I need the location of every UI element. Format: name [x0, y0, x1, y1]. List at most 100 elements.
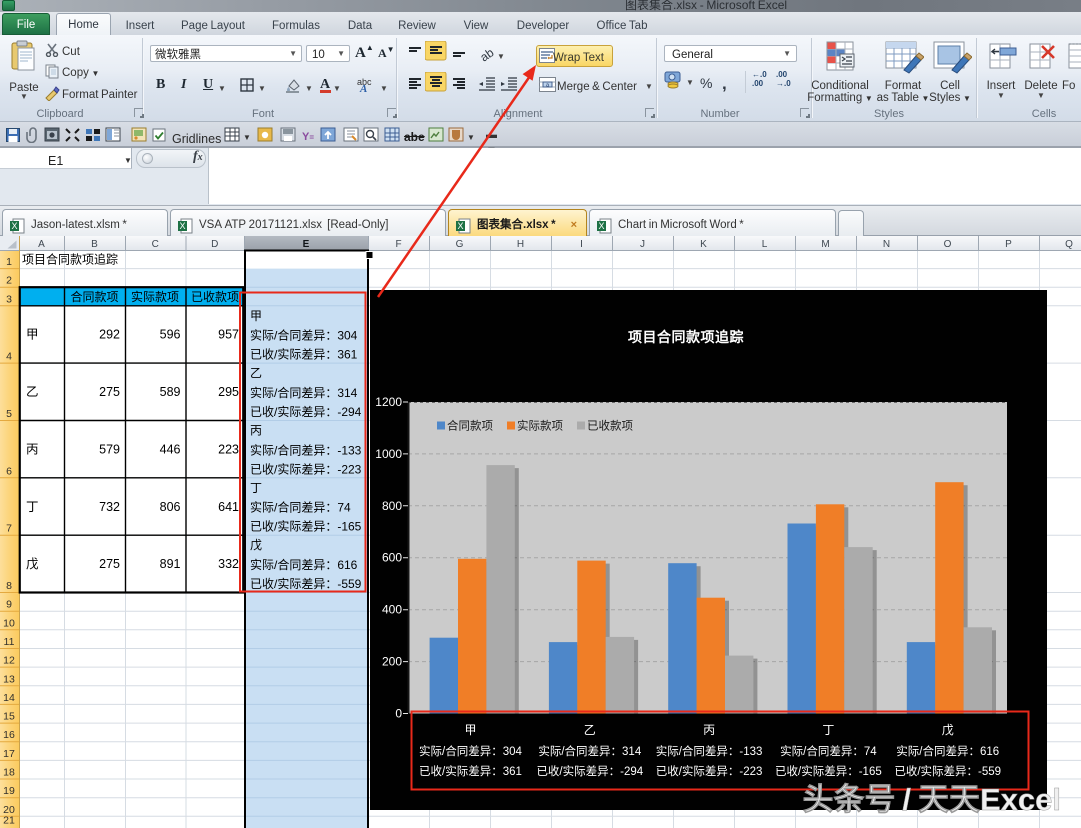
svg-text:H: H — [517, 236, 524, 250]
svg-text:275: 275 — [99, 381, 120, 400]
svg-text:乙: 乙 — [26, 381, 39, 400]
svg-text:乙: 乙 — [584, 721, 596, 738]
svg-text:已收款项: 已收款项 — [191, 288, 239, 305]
svg-text:实际/合同差异：74: 实际/合同差异：74 — [780, 743, 877, 759]
svg-text:223: 223 — [218, 439, 239, 458]
svg-text:丙: 丙 — [250, 422, 262, 439]
svg-text:X: X — [598, 219, 604, 232]
svg-text:O: O — [944, 236, 952, 250]
svg-text:957: 957 — [218, 324, 239, 343]
svg-text:甲: 甲 — [464, 721, 476, 738]
svg-text:X: X — [11, 219, 17, 232]
svg-text:1000: 1000 — [375, 445, 402, 462]
svg-text:10: 10 — [3, 615, 15, 630]
svg-text:实际/合同差异：314: 实际/合同差异：314 — [250, 384, 358, 401]
svg-text:戊: 戊 — [250, 536, 262, 553]
svg-text:17: 17 — [3, 746, 15, 761]
svg-text:已收款项: 已收款项 — [587, 418, 633, 434]
svg-text:19: 19 — [3, 783, 15, 798]
svg-text:332: 332 — [218, 553, 239, 572]
svg-text:N: N — [883, 236, 890, 250]
svg-text:戊: 戊 — [26, 553, 39, 572]
svg-text:806: 806 — [160, 496, 181, 515]
svg-text:实际/合同差异：74: 实际/合同差异：74 — [250, 499, 351, 516]
svg-text:已收/实际差异：-223: 已收/实际差异：-223 — [656, 763, 763, 779]
svg-text:合同款项: 合同款项 — [447, 418, 493, 434]
svg-text:200: 200 — [382, 653, 402, 670]
svg-text:F: F — [395, 236, 401, 250]
svg-text:15: 15 — [3, 709, 15, 724]
svg-text:L: L — [762, 236, 768, 250]
svg-text:实际款项: 实际款项 — [131, 288, 179, 305]
svg-text:B: B — [91, 236, 98, 250]
svg-text:292: 292 — [99, 324, 120, 343]
svg-text:641: 641 — [218, 496, 239, 515]
svg-text:M: M — [821, 236, 829, 250]
svg-text:已收/实际差异：361: 已收/实际差异：361 — [419, 763, 522, 779]
svg-text:12: 12 — [3, 653, 15, 668]
svg-text:16: 16 — [3, 727, 15, 742]
svg-text:E: E — [303, 236, 310, 250]
svg-text:C: C — [152, 236, 159, 250]
svg-text:275: 275 — [99, 553, 120, 572]
svg-text:丁: 丁 — [26, 496, 39, 515]
svg-text:7: 7 — [6, 521, 12, 536]
svg-text:1: 1 — [6, 254, 12, 269]
svg-text:已收/实际差异：-559: 已收/实际差异：-559 — [894, 763, 1001, 779]
svg-text:446: 446 — [160, 439, 181, 458]
svg-text:乙: 乙 — [250, 364, 262, 381]
svg-text:A: A — [38, 236, 45, 250]
svg-text:2: 2 — [6, 273, 12, 288]
svg-text:实际/合同差异：304: 实际/合同差异：304 — [250, 327, 358, 344]
svg-text:K: K — [700, 236, 707, 250]
svg-text:4: 4 — [6, 349, 12, 364]
svg-text:丁: 丁 — [822, 721, 834, 738]
svg-text:21: 21 — [3, 813, 15, 828]
svg-text:已收/实际差异：-165: 已收/实际差异：-165 — [775, 763, 882, 779]
svg-text:丙: 丙 — [703, 721, 715, 738]
svg-text:I: I — [580, 236, 583, 250]
svg-text:甲: 甲 — [250, 307, 262, 324]
svg-text:9: 9 — [6, 597, 12, 612]
svg-text:实际/合同差异：-133: 实际/合同差异：-133 — [656, 743, 763, 759]
svg-text:295: 295 — [218, 381, 239, 400]
svg-text:实际/合同差异：314: 实际/合同差异：314 — [538, 743, 641, 759]
svg-text:实际/合同差异：616: 实际/合同差异：616 — [250, 556, 358, 573]
svg-text:实际款项: 实际款项 — [517, 418, 563, 434]
svg-text:X: X — [179, 219, 185, 232]
svg-text:已收/实际差异：-294: 已收/实际差异：-294 — [536, 763, 643, 779]
svg-text:11: 11 — [4, 634, 15, 649]
svg-text:600: 600 — [382, 549, 402, 566]
svg-text:3: 3 — [6, 291, 12, 306]
svg-text:13: 13 — [3, 671, 15, 686]
svg-text:Q: Q — [1065, 236, 1073, 250]
svg-text:P: P — [1005, 236, 1012, 250]
svg-text:G: G — [456, 236, 464, 250]
svg-text:丙: 丙 — [26, 439, 39, 458]
svg-text:6: 6 — [6, 463, 12, 478]
svg-text:已收/实际差异：-223: 已收/实际差异：-223 — [250, 460, 362, 477]
svg-text:891: 891 — [160, 553, 181, 572]
svg-text:400: 400 — [382, 601, 402, 618]
svg-text:丁: 丁 — [250, 479, 262, 496]
svg-text:已收/实际差异：-165: 已收/实际差异：-165 — [250, 518, 362, 535]
svg-text:5: 5 — [6, 406, 12, 421]
svg-text:项目合同款项追踪: 项目合同款项追踪 — [628, 327, 744, 347]
svg-text:732: 732 — [99, 496, 120, 515]
svg-text:X: X — [457, 219, 463, 232]
svg-text:18: 18 — [3, 765, 15, 780]
svg-text:实际/合同差异：616: 实际/合同差异：616 — [896, 743, 999, 759]
svg-text:项目合同款项追踪: 项目合同款项追踪 — [22, 251, 118, 268]
svg-text:14: 14 — [3, 690, 15, 705]
svg-text:实际/合同差异：304: 实际/合同差异：304 — [419, 743, 522, 759]
svg-text:已收/实际差异：-294: 已收/实际差异：-294 — [250, 403, 362, 420]
svg-text:合同款项: 合同款项 — [70, 288, 118, 305]
svg-text:戊: 戊 — [942, 721, 954, 738]
svg-text:实际/合同差异：-133: 实际/合同差异：-133 — [250, 441, 362, 458]
svg-text:已收/实际差异：361: 已收/实际差异：361 — [250, 346, 358, 363]
svg-text:596: 596 — [160, 324, 181, 343]
svg-text:D: D — [211, 236, 218, 250]
svg-text:0: 0 — [395, 705, 402, 722]
svg-text:已收/实际差异：-559: 已收/实际差异：-559 — [250, 575, 362, 592]
svg-text:800: 800 — [382, 497, 402, 514]
